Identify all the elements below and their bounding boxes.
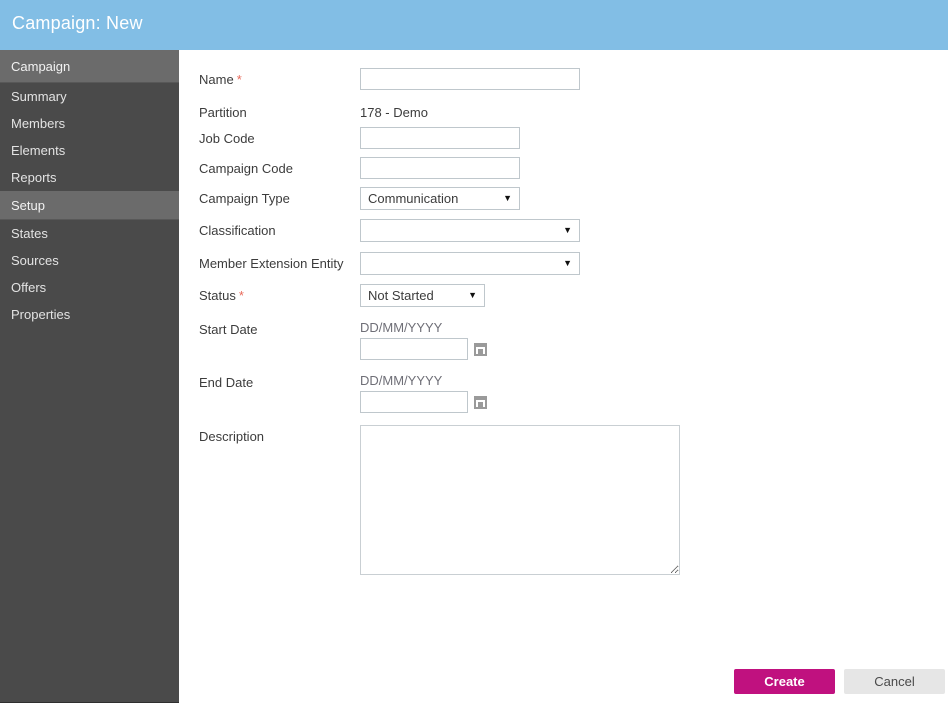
form-row-end-date: End Date DD/MM/YYYY — [199, 371, 919, 413]
job-code-label: Job Code — [199, 131, 255, 146]
form-row-member-extension-entity: Member Extension Entity ▼ — [199, 252, 919, 275]
sidebar-item-summary[interactable]: Summary — [0, 83, 179, 110]
sidebar-section-campaign[interactable]: Campaign — [0, 50, 179, 83]
sidebar: Campaign Summary Members Elements Report… — [0, 50, 179, 703]
form-row-campaign-code: Campaign Code — [199, 157, 919, 179]
form-row-name: Name * — [199, 68, 919, 90]
form-row-job-code: Job Code — [199, 127, 919, 149]
campaign-code-input[interactable] — [360, 157, 520, 179]
name-label-text: Name — [199, 72, 234, 87]
sidebar-item-properties[interactable]: Properties — [0, 301, 179, 328]
name-label: Name * — [199, 68, 360, 87]
job-code-input[interactable] — [360, 127, 520, 149]
cancel-button[interactable]: Cancel — [844, 669, 945, 694]
chevron-down-icon: ▼ — [503, 193, 512, 203]
name-input[interactable] — [360, 68, 580, 90]
campaign-type-field-wrap: Communication ▼ — [360, 187, 919, 210]
campaign-code-field-wrap — [360, 157, 919, 179]
partition-field-wrap: 178 - Demo — [360, 101, 919, 123]
create-button[interactable]: Create — [734, 669, 835, 694]
chevron-down-icon: ▼ — [468, 290, 477, 300]
member-extension-entity-select[interactable]: ▼ — [360, 252, 580, 275]
campaign-code-label: Campaign Code — [199, 161, 293, 176]
campaign-form: Name * Partition 178 - Demo Job Code Cam… — [199, 60, 919, 575]
form-row-start-date: Start Date DD/MM/YYYY — [199, 318, 919, 360]
sidebar-item-states[interactable]: States — [0, 220, 179, 247]
start-date-field-wrap: DD/MM/YYYY — [360, 318, 919, 360]
sidebar-item-reports[interactable]: Reports — [0, 164, 179, 191]
status-field-wrap: Not Started ▼ — [360, 284, 919, 307]
form-row-campaign-type: Campaign Type Communication ▼ — [199, 187, 919, 210]
sidebar-item-offers[interactable]: Offers — [0, 274, 179, 301]
chevron-down-icon: ▼ — [563, 225, 572, 235]
form-actions: Create Cancel — [734, 669, 945, 694]
classification-label: Classification — [199, 223, 276, 238]
classification-select[interactable]: ▼ — [360, 219, 580, 242]
form-row-description: Description — [199, 425, 919, 575]
status-selected-value: Not Started — [368, 288, 434, 303]
description-textarea[interactable] — [360, 425, 680, 575]
campaign-type-label: Campaign Type — [199, 191, 290, 206]
member-extension-entity-field-wrap: ▼ — [360, 252, 919, 275]
description-field-wrap — [360, 425, 919, 575]
partition-label: Partition — [199, 105, 247, 120]
form-row-classification: Classification ▼ — [199, 219, 919, 242]
sidebar-item-sources[interactable]: Sources — [0, 247, 179, 274]
job-code-field-wrap — [360, 127, 919, 149]
sidebar-item-members[interactable]: Members — [0, 110, 179, 137]
end-date-label: End Date — [199, 375, 254, 390]
form-row-status: Status * Not Started ▼ — [199, 284, 919, 307]
end-date-input[interactable] — [360, 391, 468, 413]
calendar-icon[interactable] — [474, 342, 487, 356]
campaign-type-select[interactable]: Communication ▼ — [360, 187, 520, 210]
status-label-text: Status — [199, 288, 236, 303]
status-label: Status * — [199, 284, 360, 303]
page-title: Campaign: New — [12, 13, 143, 33]
content-area: Name * Partition 178 - Demo Job Code Cam… — [179, 50, 948, 703]
sidebar-section-setup[interactable]: Setup — [0, 191, 179, 220]
classification-field-wrap: ▼ — [360, 219, 919, 242]
start-date-input[interactable] — [360, 338, 468, 360]
partition-value: 178 - Demo — [360, 105, 428, 120]
start-date-label: Start Date — [199, 322, 258, 337]
end-date-input-row — [360, 391, 919, 413]
description-label: Description — [199, 429, 265, 444]
sidebar-item-elements[interactable]: Elements — [0, 137, 179, 164]
chevron-down-icon: ▼ — [563, 258, 572, 268]
status-required-marker: * — [238, 288, 244, 303]
form-row-partition: Partition 178 - Demo — [199, 101, 919, 123]
campaign-new-page: Campaign: New Campaign Summary Members E… — [0, 0, 948, 703]
campaign-type-selected-value: Communication — [368, 191, 459, 206]
app-header: Campaign: New — [0, 0, 948, 50]
member-extension-entity-label: Member Extension Entity — [199, 256, 344, 271]
start-date-format-hint: DD/MM/YYYY — [360, 320, 443, 335]
name-field-wrap — [360, 68, 919, 90]
end-date-format-hint: DD/MM/YYYY — [360, 373, 443, 388]
calendar-icon[interactable] — [474, 395, 487, 409]
end-date-field-wrap: DD/MM/YYYY — [360, 371, 919, 413]
start-date-input-row — [360, 338, 919, 360]
name-required-marker: * — [236, 72, 242, 87]
status-select[interactable]: Not Started ▼ — [360, 284, 485, 307]
